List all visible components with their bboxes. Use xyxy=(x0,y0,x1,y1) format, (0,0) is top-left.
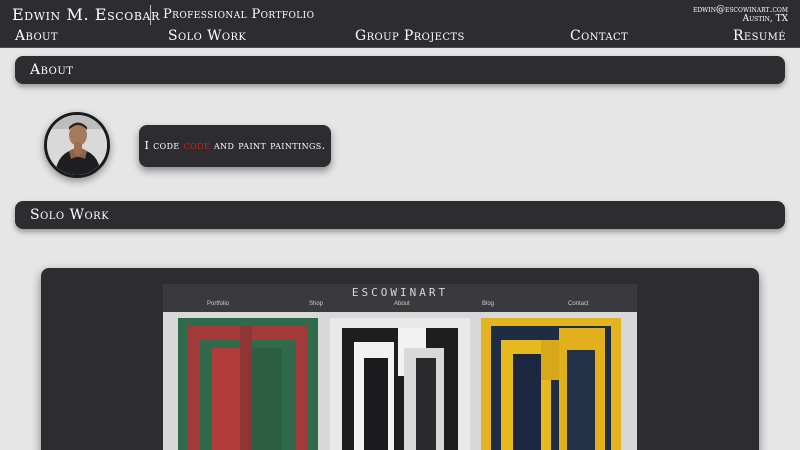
nav-group-projects[interactable]: Group Projects xyxy=(355,28,465,44)
screenshot-nav-shop: Shop xyxy=(309,301,324,307)
bio-card: I code code and paint paintings. xyxy=(139,125,331,167)
black-white-painting xyxy=(330,318,470,450)
project-screenshot[interactable]: ESCOWINART Portfolio Shop About Blog Con… xyxy=(163,284,637,450)
about-section-header: About xyxy=(15,56,785,84)
bio-text-prefix: I code xyxy=(144,139,184,152)
title-divider xyxy=(150,5,151,25)
about-heading: About xyxy=(30,62,74,78)
screenshot-nav-about: About xyxy=(394,301,410,307)
screenshot-header: ESCOWINART Portfolio Shop About Blog Con… xyxy=(163,284,637,312)
nav-about[interactable]: About xyxy=(15,28,58,44)
screenshot-nav-portfolio: Portfolio xyxy=(207,301,230,307)
nav-contact[interactable]: Contact xyxy=(570,28,628,44)
nav-solo-work[interactable]: Solo Work xyxy=(168,28,246,44)
project-card[interactable]: ESCOWINART Portfolio Shop About Blog Con… xyxy=(41,268,759,450)
profile-photo xyxy=(47,115,107,175)
avatar xyxy=(44,112,110,178)
yellow-navy-painting xyxy=(481,318,621,450)
red-green-painting xyxy=(178,318,318,450)
solo-work-heading: Solo Work xyxy=(30,207,110,223)
site-header: Edwin M. Escobar Professional Portfolio … xyxy=(0,0,800,48)
screenshot-nav-blog: Blog xyxy=(482,301,495,307)
site-name[interactable]: Edwin M. Escobar xyxy=(12,5,160,24)
site-subtitle: Professional Portfolio xyxy=(163,7,315,22)
solo-work-section-header: Solo Work xyxy=(15,201,785,229)
escowinart-logo: ESCOWINART xyxy=(351,286,449,299)
contact-location: Austin, TX xyxy=(742,14,788,24)
nav-resume[interactable]: Resumé xyxy=(733,28,786,44)
screenshot-nav-contact: Contact xyxy=(568,301,589,307)
bio-highlight-word: code xyxy=(183,139,211,152)
bio-text-suffix: and paint paintings. xyxy=(210,139,326,152)
